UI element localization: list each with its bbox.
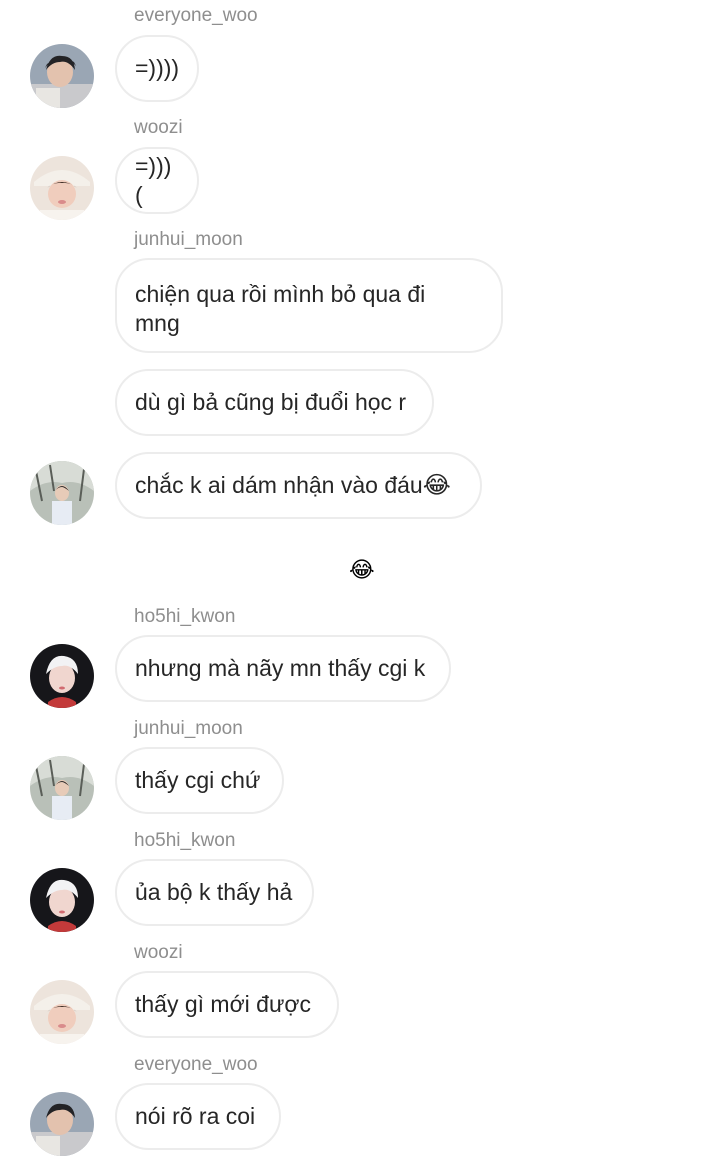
message-text: ủa bộ k thấy hả: [135, 879, 293, 905]
user-avatar[interactable]: [30, 461, 94, 525]
sender-username[interactable]: junhui_moon: [134, 718, 243, 740]
message-text: chiện qua rồi mình bỏ qua đi mng: [135, 281, 426, 336]
message-bubble[interactable]: nhưng mà nãy mn thấy cgi k: [115, 635, 451, 702]
message-text: thấy cgi chứ: [135, 767, 261, 793]
message-bubble[interactable]: thấy cgi chứ: [115, 747, 284, 814]
message-text: nói rõ ra coi: [135, 1103, 256, 1129]
message-text: chắc k ai dám nhận vào đáu: [135, 472, 423, 498]
user-avatar[interactable]: [30, 756, 94, 820]
laughing-emoji-icon: 😂: [422, 472, 451, 499]
message-bubble[interactable]: =)))(: [115, 147, 199, 214]
user-avatar[interactable]: [30, 156, 94, 220]
chat-thread: everyone_woo =)))) woozi =)))( junhui_mo…: [0, 0, 720, 1164]
sender-username[interactable]: ho5hi_kwon: [134, 606, 235, 628]
sender-username[interactable]: woozi: [134, 942, 183, 964]
message-text: =)))): [135, 55, 180, 81]
laughing-emoji-icon[interactable]: 😂: [349, 558, 375, 582]
user-avatar[interactable]: [30, 980, 94, 1044]
user-avatar[interactable]: [30, 1092, 94, 1156]
user-avatar[interactable]: [30, 868, 94, 932]
sender-username[interactable]: everyone_woo: [134, 5, 258, 27]
message-text: thấy gì mới được: [135, 991, 311, 1017]
sender-username[interactable]: ho5hi_kwon: [134, 830, 235, 852]
message-bubble[interactable]: thấy gì mới được: [115, 971, 339, 1038]
sender-username[interactable]: woozi: [134, 117, 183, 139]
message-bubble[interactable]: chiện qua rồi mình bỏ qua đi mng: [115, 258, 503, 353]
message-text: =)))(: [135, 152, 172, 208]
message-bubble[interactable]: =)))): [115, 35, 199, 102]
sender-username[interactable]: junhui_moon: [134, 229, 243, 251]
message-bubble[interactable]: nói rõ ra coi: [115, 1083, 281, 1150]
user-avatar[interactable]: [30, 644, 94, 708]
message-bubble[interactable]: chắc k ai dám nhận vào đáu 😂: [115, 452, 482, 519]
message-text: dù gì bả cũng bị đuổi học r: [135, 389, 407, 415]
user-avatar[interactable]: [30, 44, 94, 108]
sender-username[interactable]: everyone_woo: [134, 1054, 258, 1076]
message-text: nhưng mà nãy mn thấy cgi k: [135, 655, 426, 681]
message-bubble[interactable]: ủa bộ k thấy hả: [115, 859, 314, 926]
message-bubble[interactable]: dù gì bả cũng bị đuổi học r: [115, 369, 434, 436]
